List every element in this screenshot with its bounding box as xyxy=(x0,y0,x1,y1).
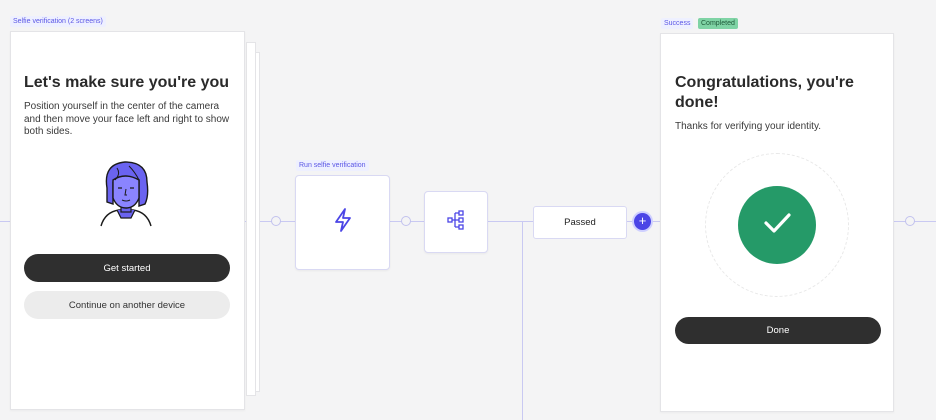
continue-on-another-device-button[interactable]: Continue on another device xyxy=(24,291,230,319)
run-selfie-verification-node[interactable] xyxy=(295,175,390,270)
connector-branch-vertical xyxy=(522,221,523,420)
status-badge: Completed xyxy=(698,18,738,29)
selfie-instructions: Position yourself in the center of the c… xyxy=(24,101,230,137)
success-node-label: Success xyxy=(661,18,694,29)
connector-port[interactable] xyxy=(905,216,915,226)
connector-branch-to-passed xyxy=(486,221,534,222)
connector-left-edge xyxy=(0,221,10,222)
success-message: Thanks for verifying your identity. xyxy=(675,121,821,132)
branch-node[interactable] xyxy=(424,191,488,253)
branch-tree-icon xyxy=(447,209,465,236)
lightning-icon xyxy=(332,207,354,238)
selfie-screen-card[interactable]: Let's make sure you're you Position your… xyxy=(10,31,245,410)
face-illustration-icon xyxy=(95,158,157,228)
selfie-title: Let's make sure you're you xyxy=(24,74,230,91)
done-button[interactable]: Done xyxy=(675,317,881,344)
selfie-node-label: Selfie verification (2 screens) xyxy=(10,16,106,27)
success-circle xyxy=(738,186,816,264)
add-step-button[interactable]: + xyxy=(634,213,651,230)
success-title: Congratulations, you're done! xyxy=(675,74,854,111)
success-screen-card[interactable]: Congratulations, you're done! Thanks for… xyxy=(660,33,894,412)
connector-port[interactable] xyxy=(271,216,281,226)
stacked-screen-middle xyxy=(246,42,256,396)
connector-port[interactable] xyxy=(401,216,411,226)
checkmark-icon xyxy=(762,211,792,240)
run-selfie-node-label: Run selfie verification xyxy=(296,160,369,171)
passed-node[interactable]: Passed xyxy=(533,206,627,239)
get-started-button[interactable]: Get started xyxy=(24,254,230,282)
